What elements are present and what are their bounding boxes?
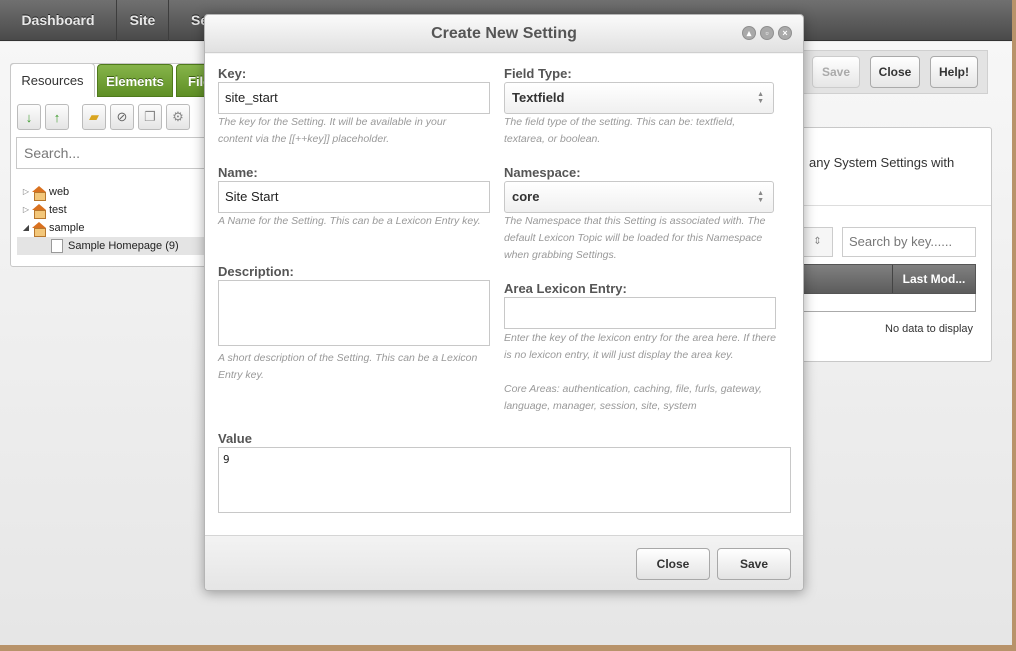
dialog-header[interactable]: Create New Setting ▴ ▫ × (205, 15, 803, 53)
tree-node-label: Sample Homepage (9) (68, 240, 179, 252)
tree-node-label: web (49, 186, 70, 198)
new-static-icon[interactable]: ⚙ (166, 104, 190, 130)
search-by-key-input[interactable]: Search by key...... (842, 227, 976, 257)
context-house-icon (31, 203, 47, 219)
expand-arrow-icon[interactable]: ▷ (21, 202, 31, 218)
resource-search-input[interactable]: Search... (16, 137, 212, 169)
tree-node-label: sample (49, 222, 85, 234)
key-label: Key: (218, 66, 247, 81)
tree-node-label: test (49, 204, 67, 216)
name-label: Name: (218, 165, 258, 180)
area-lexicon-input[interactable] (504, 297, 776, 329)
collapse-icon[interactable]: ▴ (742, 26, 756, 40)
description-label: Description: (218, 264, 294, 279)
filter-select[interactable]: ⇕ (802, 227, 833, 257)
description-textarea[interactable] (218, 280, 490, 346)
new-folder-icon[interactable]: ▰ (82, 104, 106, 130)
dialog-footer: Close Save (205, 535, 803, 590)
maximize-icon[interactable]: ▫ (760, 26, 774, 40)
area-lexicon-label: Area Lexicon Entry: (504, 281, 627, 296)
expand-all-icon[interactable]: ↓ (17, 104, 41, 130)
close-button[interactable]: Close (870, 56, 920, 88)
tab-elements[interactable]: Elements (97, 64, 173, 97)
select-arrows-icon: ▲ ▼ (757, 91, 764, 105)
key-input[interactable]: site_start (218, 82, 490, 114)
tab-resources[interactable]: Resources (10, 63, 95, 97)
column-header-last-modified[interactable]: Last Mod... (892, 265, 975, 293)
area-lexicon-hint: Enter the key of the lexicon entry for t… (504, 332, 776, 361)
grid-empty-row (802, 294, 976, 312)
tree-node-web[interactable]: ▷ web (21, 184, 70, 201)
context-house-icon (31, 185, 47, 201)
namespace-hint: The Namespace that this Setting is assoc… (504, 215, 766, 261)
name-input[interactable]: Site Start (218, 181, 490, 213)
expand-arrow-icon[interactable]: ▷ (21, 184, 31, 200)
namespace-label: Namespace: (504, 165, 581, 180)
context-house-icon (31, 221, 47, 237)
nav-dashboard[interactable]: Dashboard (0, 0, 117, 41)
field-type-label: Field Type: (504, 66, 572, 81)
app-window: Dashboard Site Se Resources Elements Fil… (0, 0, 1012, 645)
settings-intro-text: any System Settings with (809, 155, 955, 170)
divider (801, 205, 991, 206)
close-icon[interactable]: × (778, 26, 792, 40)
nav-site[interactable]: Site (117, 0, 169, 41)
grid-header: Last Mod... (802, 264, 976, 294)
field-type-value: Textfield (512, 90, 565, 105)
field-type-select[interactable]: Textfield ▲ ▼ (504, 82, 774, 114)
tree-node-sample-homepage[interactable]: Sample Homepage (9) (51, 238, 179, 254)
help-button[interactable]: Help! (930, 56, 978, 88)
dialog-save-button[interactable]: Save (717, 548, 791, 580)
select-arrows-icon: ▲ ▼ (757, 190, 764, 204)
dialog-close-button[interactable]: Close (636, 548, 710, 580)
core-areas-hint: Core Areas: authentication, caching, fil… (504, 383, 762, 412)
description-hint: A short description of the Setting. This… (218, 352, 478, 381)
value-textarea[interactable]: 9 (218, 447, 791, 513)
namespace-select[interactable]: core ▲ ▼ (504, 181, 774, 213)
dialog-form: Key: site_start The key for the Setting.… (205, 54, 803, 535)
namespace-value: core (512, 189, 540, 204)
tree-node-test[interactable]: ▷ test (21, 202, 67, 219)
create-setting-dialog: Create New Setting ▴ ▫ × Key: site_start… (204, 14, 804, 591)
value-label: Value (218, 431, 252, 446)
tree-node-sample[interactable]: ◢ sample (21, 220, 85, 237)
save-button[interactable]: Save (812, 56, 860, 88)
dialog-title: Create New Setting (431, 25, 577, 42)
key-hint: The key for the Setting. It will be avai… (218, 116, 447, 145)
new-weblink-icon[interactable]: ⊘ (110, 104, 134, 130)
new-document-icon[interactable]: ❐ (138, 104, 162, 130)
name-hint: A Name for the Setting. This can be a Le… (218, 215, 481, 227)
collapse-all-icon[interactable]: ↑ (45, 104, 69, 130)
field-type-hint: The field type of the setting. This can … (504, 116, 736, 145)
document-icon (51, 239, 63, 253)
collapse-arrow-icon[interactable]: ◢ (21, 220, 31, 236)
select-arrows-icon: ⇕ (813, 236, 822, 247)
no-data-message: No data to display (885, 323, 974, 335)
